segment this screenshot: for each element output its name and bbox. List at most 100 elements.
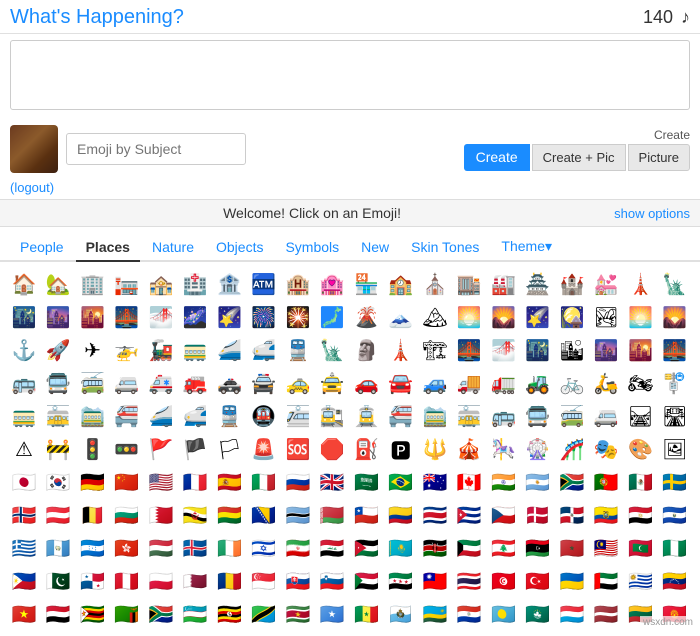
emoji-cell[interactable]: 🚁: [111, 334, 143, 366]
emoji-cell[interactable]: 🇹🇼: [419, 565, 451, 597]
emoji-cell[interactable]: 🚆: [282, 334, 314, 366]
emoji-cell[interactable]: 🛤: [625, 400, 657, 432]
emoji-cell[interactable]: 🇪🇬: [625, 499, 657, 531]
emoji-cell[interactable]: 🎇: [282, 301, 314, 333]
emoji-cell[interactable]: 🇿🇲: [111, 598, 143, 630]
emoji-cell[interactable]: 🇲🇻: [625, 532, 657, 564]
emoji-cell[interactable]: 🇱🇧: [488, 532, 520, 564]
emoji-cell[interactable]: 🚙: [419, 367, 451, 399]
emoji-cell[interactable]: 🆘: [282, 433, 314, 465]
emoji-cell[interactable]: 🚊: [351, 400, 383, 432]
emoji-cell[interactable]: 🏠: [8, 268, 40, 300]
emoji-cell[interactable]: 🇺🇿: [179, 598, 211, 630]
emoji-cell[interactable]: 🇺🇸: [145, 466, 177, 498]
emoji-cell[interactable]: ⛽: [351, 433, 383, 465]
emoji-cell[interactable]: 🏍: [625, 367, 657, 399]
emoji-cell[interactable]: 🇹🇭: [453, 565, 485, 597]
emoji-cell[interactable]: 🏭: [488, 268, 520, 300]
emoji-cell[interactable]: 🌆: [42, 301, 74, 333]
emoji-cell[interactable]: ✈: [77, 334, 109, 366]
emoji-cell[interactable]: 🇲🇾: [590, 532, 622, 564]
emoji-cell[interactable]: 🚒: [179, 367, 211, 399]
picture-button[interactable]: Picture: [628, 144, 690, 171]
emoji-cell[interactable]: 🇸🇦: [351, 466, 383, 498]
emoji-cell[interactable]: 🏩: [316, 268, 348, 300]
emoji-cell[interactable]: ⚠: [8, 433, 40, 465]
emoji-cell[interactable]: 🇸🇰: [282, 565, 314, 597]
emoji-cell[interactable]: 🇰🇼: [453, 532, 485, 564]
emoji-cell[interactable]: 🇮🇷: [282, 532, 314, 564]
emoji-cell[interactable]: 🇵🇹: [590, 466, 622, 498]
emoji-cell[interactable]: 🇧🇷: [385, 466, 417, 498]
emoji-cell[interactable]: 🌃: [522, 334, 554, 366]
emoji-cell[interactable]: 🌠: [522, 301, 554, 333]
emoji-cell[interactable]: 🌠: [214, 301, 246, 333]
emoji-cell[interactable]: 🇮🇳: [488, 466, 520, 498]
emoji-cell[interactable]: 🚲: [556, 367, 588, 399]
emoji-cell[interactable]: 🌉: [111, 301, 143, 333]
emoji-cell[interactable]: 🛑: [316, 433, 348, 465]
emoji-cell[interactable]: 🌅: [453, 301, 485, 333]
emoji-cell[interactable]: 🏔: [419, 301, 451, 333]
emoji-cell[interactable]: 🚝: [111, 400, 143, 432]
emoji-cell[interactable]: 🇪🇨: [590, 499, 622, 531]
show-options-link[interactable]: show options: [614, 206, 690, 221]
emoji-cell[interactable]: 🇵🇼: [488, 598, 520, 630]
emoji-cell[interactable]: 🇷🇼: [419, 598, 451, 630]
emoji-cell[interactable]: 🇸🇲: [385, 598, 417, 630]
emoji-cell[interactable]: 🇷🇺: [282, 466, 314, 498]
emoji-cell[interactable]: 🚄: [214, 334, 246, 366]
emoji-cell[interactable]: 🚨: [248, 433, 280, 465]
emoji-cell[interactable]: 🚍: [522, 400, 554, 432]
emoji-cell[interactable]: 🌁: [145, 301, 177, 333]
emoji-cell[interactable]: 🇸🇾: [385, 565, 417, 597]
emoji-cell[interactable]: 🇨🇴: [385, 499, 417, 531]
emoji-cell[interactable]: 🇭🇳: [77, 532, 109, 564]
tab-objects[interactable]: Objects: [206, 233, 273, 262]
emoji-cell[interactable]: 🇧🇪: [77, 499, 109, 531]
tab-skintones[interactable]: Skin Tones: [401, 233, 489, 262]
emoji-cell[interactable]: 🗻: [385, 301, 417, 333]
emoji-cell[interactable]: 🌄: [659, 301, 691, 333]
emoji-cell[interactable]: 🚄: [145, 400, 177, 432]
emoji-cell[interactable]: 🚅: [179, 400, 211, 432]
create-button[interactable]: Create: [464, 144, 530, 171]
emoji-cell[interactable]: 🎠: [488, 433, 520, 465]
emoji-cell[interactable]: 🔱: [419, 433, 451, 465]
emoji-subject-input[interactable]: [66, 133, 246, 165]
emoji-cell[interactable]: 🇦🇹: [42, 499, 74, 531]
emoji-cell[interactable]: 🚐: [590, 400, 622, 432]
emoji-cell[interactable]: 🏗: [419, 334, 451, 366]
emoji-cell[interactable]: 🗼: [385, 334, 417, 366]
emoji-cell[interactable]: 🇫🇷: [179, 466, 211, 498]
emoji-cell[interactable]: 🎢: [556, 433, 588, 465]
emoji-cell[interactable]: 🚈: [282, 400, 314, 432]
emoji-cell[interactable]: 🇮🇹: [248, 466, 280, 498]
emoji-cell[interactable]: 🎡: [522, 433, 554, 465]
emoji-cell[interactable]: 🇨🇱: [351, 499, 383, 531]
logout-link[interactable]: (logout): [10, 180, 54, 195]
emoji-cell[interactable]: 🚂: [145, 334, 177, 366]
emoji-cell[interactable]: 🏯: [522, 268, 554, 300]
emoji-cell[interactable]: 🎨: [625, 433, 657, 465]
emoji-cell[interactable]: 🇵🇪: [111, 565, 143, 597]
emoji-cell[interactable]: 🇹🇷: [522, 565, 554, 597]
emoji-cell[interactable]: 🚝: [385, 400, 417, 432]
emoji-cell[interactable]: 🇱🇻: [590, 598, 622, 630]
emoji-cell[interactable]: 🚎: [556, 400, 588, 432]
emoji-cell[interactable]: 🚆: [214, 400, 246, 432]
emoji-cell[interactable]: 🌅: [625, 301, 657, 333]
emoji-cell[interactable]: 🇯🇴: [351, 532, 383, 564]
emoji-cell[interactable]: 🚞: [419, 400, 451, 432]
emoji-cell[interactable]: 🇲🇦: [556, 532, 588, 564]
emoji-cell[interactable]: 🌋: [351, 301, 383, 333]
emoji-cell[interactable]: 🇵🇦: [77, 565, 109, 597]
emoji-cell[interactable]: 🚌: [8, 367, 40, 399]
emoji-cell[interactable]: 🇵🇭: [8, 565, 40, 597]
emoji-cell[interactable]: 🏫: [385, 268, 417, 300]
emoji-cell[interactable]: 🚍: [42, 367, 74, 399]
emoji-cell[interactable]: 🇺🇬: [214, 598, 246, 630]
emoji-cell[interactable]: 🇿🇼: [77, 598, 109, 630]
emoji-cell[interactable]: 🇰🇪: [419, 532, 451, 564]
emoji-cell[interactable]: 🚃: [8, 400, 40, 432]
